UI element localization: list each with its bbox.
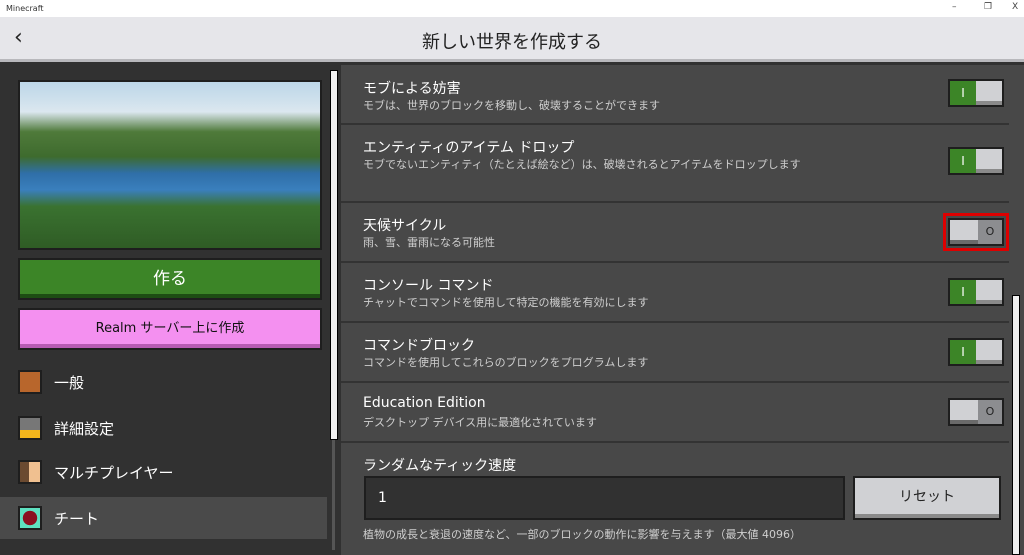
create-button[interactable]: 作る xyxy=(18,258,322,300)
toggle-off-glyph: O xyxy=(978,400,1002,424)
sidebar-item-label: 一般 xyxy=(54,373,85,392)
setting-desc: デスクトップ デバイス用に最適化されています xyxy=(363,416,597,429)
setting-command-blocks: コマンドブロック コマンドを使用してこれらのブロックをプログラムします I xyxy=(341,323,1009,383)
window-title: Minecraft xyxy=(6,4,44,13)
setting-title: ランダムなティック速度 xyxy=(363,458,517,474)
left-scroll-track xyxy=(332,440,335,550)
setting-title: エンティティのアイテム ドロップ xyxy=(363,140,575,156)
console-commands-toggle[interactable]: I xyxy=(948,278,1004,306)
sidebar-item-label: マルチプレイヤー xyxy=(54,463,174,482)
weather-cycle-toggle[interactable]: O xyxy=(943,213,1009,251)
setting-title: 天候サイクル xyxy=(363,218,447,234)
setting-title: Education Edition xyxy=(363,395,486,411)
sidebar-item-advanced[interactable]: 詳細設定 xyxy=(0,407,327,449)
setting-title: コンソール コマンド xyxy=(363,278,494,294)
setting-education-edition: Education Edition デスクトップ デバイス用に最適化されています… xyxy=(341,383,1009,443)
toggle-on-glyph: I xyxy=(950,280,976,304)
restore-button[interactable]: ❐ xyxy=(984,2,992,12)
setting-title: モブによる妨害 xyxy=(363,81,461,97)
command-blocks-toggle[interactable]: I xyxy=(948,338,1004,366)
setting-weather-cycle: 天候サイクル 雨、雪、雷雨になる可能性 O xyxy=(341,203,1009,263)
setting-mob-griefing: モブによる妨害 モブは、世界のブロックを移動し、破壊することができます I xyxy=(341,65,1009,125)
tick-speed-input[interactable]: 1 xyxy=(364,476,845,520)
sidebar-item-label: 詳細設定 xyxy=(54,419,115,438)
page-title: 新しい世界を作成する xyxy=(422,32,602,53)
reset-button[interactable]: リセット xyxy=(853,476,1001,520)
setting-desc: チャットでコマンドを使用して特定の機能を有効にします xyxy=(363,296,649,309)
world-preview-image xyxy=(18,80,322,250)
furnace-icon xyxy=(18,416,42,440)
education-edition-toggle[interactable]: O xyxy=(948,398,1004,426)
setting-desc: 雨、雪、雷雨になる可能性 xyxy=(363,236,495,249)
minimize-button[interactable]: – xyxy=(952,2,957,12)
setting-console-commands: コンソール コマンド チャットでコマンドを使用して特定の機能を有効にします I xyxy=(341,263,1009,323)
command-block-icon xyxy=(18,506,42,530)
close-button[interactable]: X xyxy=(1012,2,1018,12)
entity-drops-toggle[interactable]: I xyxy=(948,147,1004,175)
sidebar-item-general[interactable]: 一般 xyxy=(0,361,327,403)
header: ‹ 新しい世界を作成する xyxy=(0,17,1024,62)
setting-desc: 植物の成長と衰退の速度など、一部のブロックの動作に影響を与えます（最大値 409… xyxy=(363,528,801,541)
sidebar-item-multiplayer[interactable]: マルチプレイヤー xyxy=(0,451,327,493)
sidebar-item-label: チート xyxy=(54,509,100,528)
toggle-on-glyph: I xyxy=(950,81,976,105)
mob-griefing-toggle[interactable]: I xyxy=(948,79,1004,107)
players-icon xyxy=(18,460,42,484)
setting-desc: モブでないエンティティ（たとえば絵など）は、破壊されるとアイテムをドロップします xyxy=(363,158,801,171)
setting-desc: コマンドを使用してこれらのブロックをプログラムします xyxy=(363,356,649,369)
right-scrollbar[interactable] xyxy=(1012,295,1020,555)
left-scrollbar[interactable] xyxy=(330,70,338,440)
setting-title: コマンドブロック xyxy=(363,338,475,354)
sidebar-item-cheats[interactable]: チート xyxy=(0,497,327,539)
create-on-realm-button[interactable]: Realm サーバー上に作成 xyxy=(18,308,322,350)
toggle-off-glyph: O xyxy=(978,220,1002,244)
toggle-on-glyph: I xyxy=(950,149,976,173)
window-titlebar: Minecraft xyxy=(0,0,1024,17)
setting-entity-drops: エンティティのアイテム ドロップ モブでないエンティティ（たとえば絵など）は、破… xyxy=(341,125,1009,203)
setting-desc: モブは、世界のブロックを移動し、破壊することができます xyxy=(363,99,660,112)
gear-icon xyxy=(18,370,42,394)
toggle-on-glyph: I xyxy=(950,340,976,364)
